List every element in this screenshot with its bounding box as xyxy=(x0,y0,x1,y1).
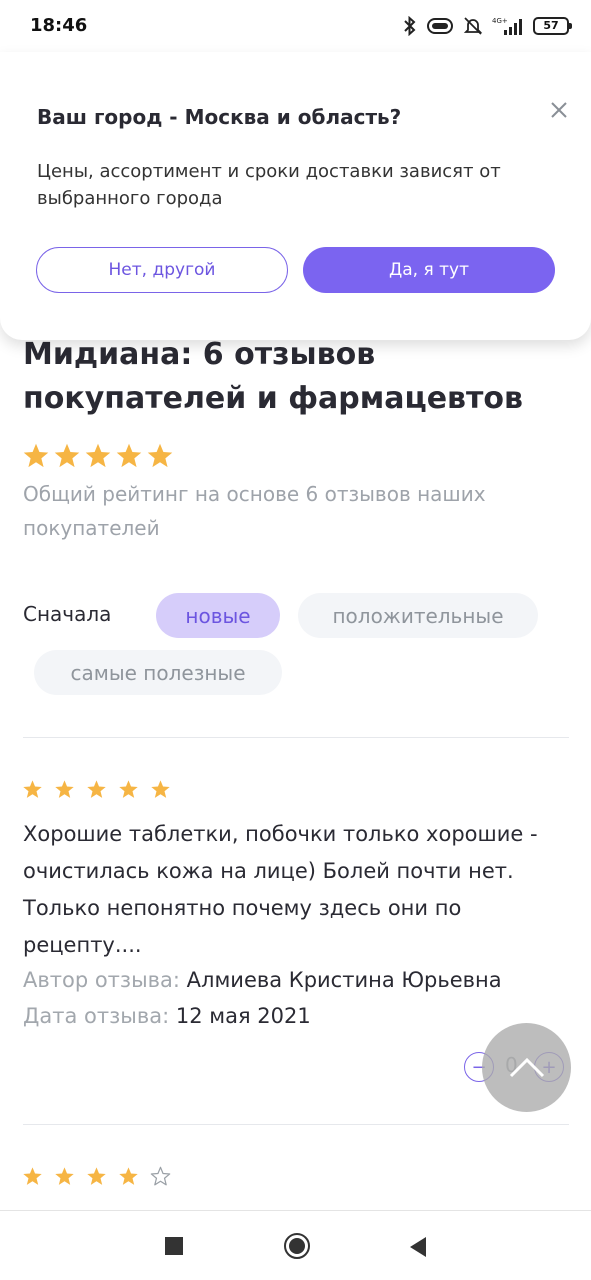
back-icon[interactable] xyxy=(408,1236,428,1262)
recent-apps-icon[interactable] xyxy=(165,1237,183,1259)
sort-chip-new[interactable]: новые xyxy=(156,593,280,638)
status-bar: 18:46 4G+ 57 xyxy=(0,0,591,52)
star-empty-icon xyxy=(150,1166,171,1186)
overall-rating-stars xyxy=(22,442,174,470)
page-title: Мидиана: 6 отзывов покупателей и фармаце… xyxy=(23,337,524,416)
author-name: Алмиева Кристина Юрьевна xyxy=(186,968,502,992)
bell-off-icon xyxy=(463,17,483,35)
popup-title: Ваш город - Москва и область? xyxy=(37,105,402,129)
star-filled-icon xyxy=(147,443,173,468)
battery-icon: 57 xyxy=(533,17,572,35)
status-icons: 4G+ 57 xyxy=(403,15,572,37)
status-time: 18:46 xyxy=(30,15,88,36)
review-rating-stars xyxy=(22,779,171,800)
yes-city-button[interactable]: Да, я тут xyxy=(303,247,555,293)
star-filled-icon xyxy=(87,780,106,798)
star-filled-icon xyxy=(116,443,142,468)
system-nav-bar xyxy=(0,1210,591,1280)
sort-chip-most-useful[interactable]: самые полезные xyxy=(34,650,282,695)
review-text: Хорошие таблетки, побочки только хорошие… xyxy=(23,822,538,957)
date-label: Дата отзыва: xyxy=(23,1004,170,1028)
star-filled-icon xyxy=(119,780,138,798)
star-filled-icon xyxy=(55,1167,74,1185)
city-popup: Ваш город - Москва и область? Цены, ассо… xyxy=(0,52,591,340)
sort-chip-positive[interactable]: положительные xyxy=(298,593,538,638)
vibrate-icon xyxy=(427,18,453,34)
review-date: Дата отзыва: 12 мая 2021 xyxy=(23,1001,311,1031)
review-rating-stars xyxy=(22,1166,171,1187)
chevron-up-icon xyxy=(509,1057,544,1077)
star-filled-icon xyxy=(151,780,170,798)
star-filled-icon xyxy=(23,1167,42,1185)
star-filled-icon xyxy=(54,443,80,468)
signal-icon: 4G+ xyxy=(492,17,522,35)
star-filled-icon xyxy=(23,443,49,468)
star-filled-icon xyxy=(85,443,111,468)
sort-label: Сначала xyxy=(23,602,112,626)
review-author: Автор отзыва: Алмиева Кристина Юрьевна xyxy=(23,965,502,995)
scroll-to-top-button[interactable] xyxy=(482,1023,571,1112)
no-other-city-button[interactable]: Нет, другой xyxy=(36,247,288,293)
rating-note: Общий рейтинг на основе 6 отзывов наших … xyxy=(23,482,486,540)
star-filled-icon xyxy=(119,1167,138,1185)
popup-text: Цены, ассортимент и сроки доставки завис… xyxy=(37,161,501,209)
home-icon[interactable] xyxy=(283,1232,311,1264)
author-label: Автор отзыва: xyxy=(23,968,180,992)
divider xyxy=(23,1124,569,1125)
star-filled-icon xyxy=(23,780,42,798)
date-value: 12 мая 2021 xyxy=(175,1004,311,1028)
star-filled-icon xyxy=(87,1167,106,1185)
divider xyxy=(23,737,569,738)
bluetooth-icon xyxy=(404,16,416,36)
star-filled-icon xyxy=(55,780,74,798)
svg-text:4G+: 4G+ xyxy=(492,17,508,25)
close-icon[interactable] xyxy=(546,97,572,123)
